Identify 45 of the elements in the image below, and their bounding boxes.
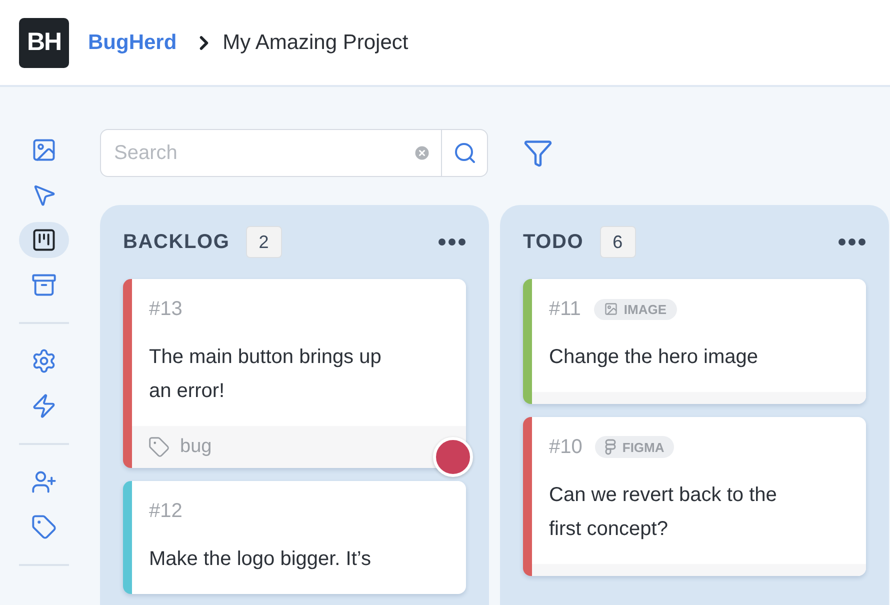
tag-icon xyxy=(31,514,57,540)
image-icon xyxy=(604,302,618,316)
add-user-icon xyxy=(31,469,57,495)
filter-icon xyxy=(523,138,553,168)
lightning-icon xyxy=(31,393,57,419)
task-card[interactable]: #11 IMAGE Change the hero image xyxy=(523,279,866,404)
card-title: The main button brings up an error! xyxy=(149,345,382,404)
card-number: #10 xyxy=(549,436,582,458)
card-count: 6 xyxy=(600,226,636,258)
settings-icon xyxy=(31,348,57,374)
clear-icon xyxy=(413,144,431,162)
search-input[interactable]: Search xyxy=(101,140,413,166)
search-field[interactable]: Search xyxy=(100,129,488,177)
card-number: #11 xyxy=(549,298,581,320)
sidebar-item[interactable] xyxy=(19,222,69,258)
column-title: TODO xyxy=(523,230,584,254)
card-number: #12 xyxy=(149,500,182,522)
search-icon xyxy=(452,141,476,165)
card-title: Change the hero image xyxy=(549,345,760,370)
logo[interactable]: BH xyxy=(19,18,69,68)
task-card[interactable]: #13 The main button brings up an error! bug xyxy=(123,279,466,468)
project-name: My Amazing Project xyxy=(222,30,408,54)
avatar[interactable] xyxy=(433,437,473,477)
figma-icon xyxy=(605,439,616,455)
column-title: BACKLOG xyxy=(123,230,230,254)
more-button[interactable] xyxy=(838,238,866,246)
task-card[interactable]: #12 Make the logo bigger. It’s xyxy=(123,481,466,594)
more-button[interactable] xyxy=(438,238,466,246)
clear-button[interactable] xyxy=(413,144,431,162)
label-text: bug xyxy=(180,436,212,458)
more-icon xyxy=(838,238,866,246)
board-icon xyxy=(31,227,57,253)
card-title: Can we revert back to the first concept? xyxy=(549,483,778,542)
tag-text: FIGMA xyxy=(622,440,664,454)
more-icon xyxy=(438,238,466,246)
brand-link[interactable]: BugHerd xyxy=(88,30,177,54)
task-card[interactable]: #10 FIGMA Can we revert back to the first concept? xyxy=(523,417,866,576)
image-icon xyxy=(31,137,57,163)
filter-button[interactable] xyxy=(523,138,553,168)
card-number: #13 xyxy=(149,298,182,320)
card-count: 2 xyxy=(246,226,282,258)
archive-icon xyxy=(31,272,57,298)
tag-icon xyxy=(148,436,170,458)
tag-text: IMAGE xyxy=(624,302,667,316)
card-title: Make the logo bigger. It’s xyxy=(149,547,372,572)
